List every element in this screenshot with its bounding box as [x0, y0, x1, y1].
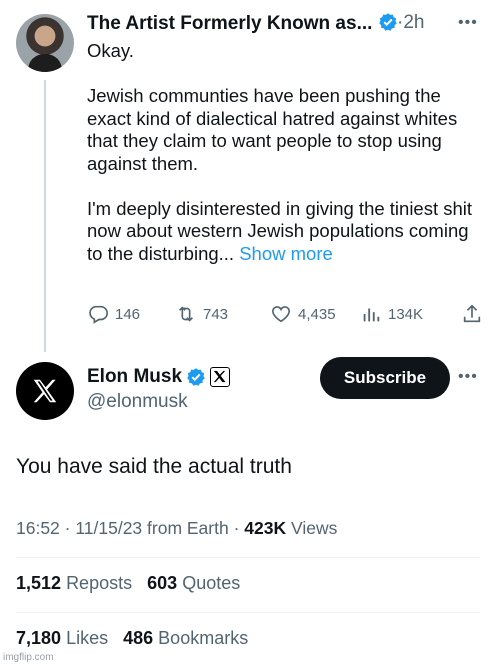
repost-quote-stats: 1,512 Reposts 603 Quotes [16, 573, 240, 594]
reply-count: 146 [115, 305, 141, 323]
tweet1-time[interactable]: ·2h [397, 12, 424, 34]
quotes-label: Quotes [182, 573, 241, 593]
tweet1-actions: 146 743 4,435 134K [87, 303, 487, 329]
verified-badge-icon [378, 13, 397, 31]
reposts-label: Reposts [66, 573, 133, 593]
views-button[interactable]: 134K [360, 303, 423, 325]
reply-icon [89, 305, 108, 324]
author-name: Elon Musk [87, 366, 183, 387]
heart-icon [271, 306, 291, 323]
repost-button[interactable]: 743 [175, 303, 228, 325]
watermark: imgflip.com [3, 652, 54, 663]
thread-line [44, 80, 46, 352]
views-count: 134K [388, 305, 424, 323]
tweet2-handle[interactable]: @elonmusk [87, 391, 188, 413]
analytics-icon [363, 308, 380, 322]
share-button[interactable] [461, 303, 483, 325]
affiliation-badge-icon [210, 367, 231, 387]
bookmarks-count: 486 [123, 628, 154, 648]
likes-count: 7,180 [16, 628, 62, 648]
tweet2-author[interactable]: Elon Musk [87, 366, 231, 388]
divider [16, 612, 480, 613]
like-count: 4,435 [298, 305, 336, 323]
quotes-count: 603 [147, 573, 178, 593]
reposts-count: 1,512 [16, 573, 62, 593]
more-options-icon[interactable]: ••• [458, 368, 478, 386]
verified-badge-icon [187, 368, 205, 386]
views-count: 423K [244, 518, 287, 538]
likes-link[interactable]: 7,180 Likes [16, 628, 108, 648]
x-logo-avatar[interactable] [16, 362, 74, 420]
subscribe-button[interactable]: Subscribe [320, 357, 450, 399]
share-icon [463, 304, 481, 323]
x-logo-icon [33, 379, 57, 403]
tweet2-text: You have said the actual truth [16, 455, 292, 478]
tweet1-text: Okay. Jewish communties have been pushin… [87, 40, 487, 265]
quotes-link[interactable]: 603 Quotes [147, 573, 240, 593]
timestamp[interactable]: 16:52 · 11/15/23 from Earth · [16, 518, 239, 538]
divider [16, 557, 480, 558]
author-name: The Artist Formerly Known as... [87, 13, 373, 34]
tweet1-body: Okay. Jewish communties have been pushin… [87, 40, 473, 264]
tweet1-author[interactable]: The Artist Formerly Known as... [87, 12, 398, 35]
like-button[interactable]: 4,435 [270, 303, 336, 325]
show-more-link[interactable]: Show more [239, 243, 333, 264]
reposts-link[interactable]: 1,512 Reposts [16, 573, 132, 593]
repost-icon [178, 306, 194, 322]
bookmarks-link[interactable]: 486 Bookmarks [123, 628, 248, 648]
likes-bookmarks-stats: 7,180 Likes 486 Bookmarks [16, 628, 248, 649]
likes-label: Likes [66, 628, 109, 648]
bookmarks-label: Bookmarks [158, 628, 249, 648]
more-options-icon[interactable]: ••• [458, 14, 478, 32]
tweet-meta: 16:52 · 11/15/23 from Earth · 423K Views [16, 518, 337, 539]
repost-count: 743 [203, 305, 229, 323]
avatar[interactable] [16, 14, 74, 72]
reply-button[interactable]: 146 [87, 303, 140, 325]
views-label: Views [291, 518, 338, 538]
